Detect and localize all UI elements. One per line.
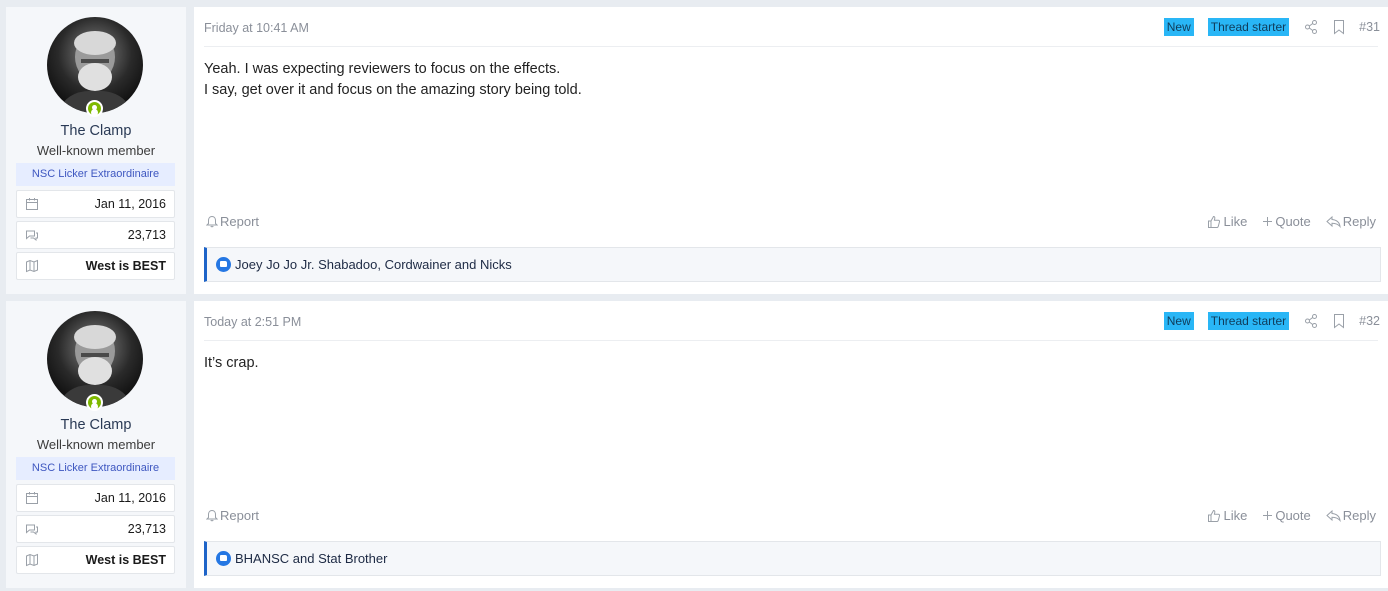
messages-stat: 23,713	[16, 221, 175, 249]
like-button[interactable]: Like	[1207, 214, 1247, 229]
calendar-icon	[26, 198, 38, 210]
bookmark-icon[interactable]	[1331, 19, 1347, 35]
like-reaction-icon	[216, 257, 231, 272]
location-link[interactable]: West is BEST	[86, 553, 166, 567]
report-link[interactable]: Report	[206, 508, 259, 523]
bookmark-icon[interactable]	[1331, 313, 1347, 329]
plus-icon	[1263, 217, 1273, 226]
share-icon[interactable]	[1303, 19, 1319, 35]
post-content: Friday at 10:41 AM New Thread starter #3…	[194, 7, 1388, 294]
message-body: It’s crap.	[204, 353, 259, 374]
message-line: I say, get over it and focus on the amaz…	[204, 82, 582, 98]
share-icon[interactable]	[1303, 313, 1319, 329]
new-badge: New	[1163, 312, 1194, 330]
post-actions: Like Quote Reply	[1192, 508, 1376, 523]
user-banner: NSC Licker Extraordinaire	[16, 163, 175, 186]
header-divider	[204, 340, 1378, 341]
message-body: Yeah. I was expecting reviewers to focus…	[204, 59, 582, 101]
reply-button[interactable]: Reply	[1326, 508, 1376, 523]
user-banner: NSC Licker Extraordinaire	[16, 457, 175, 480]
quote-label: Quote	[1275, 214, 1311, 229]
messages-icon	[26, 230, 38, 242]
like-reaction-icon	[216, 551, 231, 566]
report-link[interactable]: Report	[206, 214, 259, 229]
message-line: It’s crap.	[204, 355, 259, 371]
reactions-bar[interactable]: BHANSC and Stat Brother	[204, 541, 1381, 576]
user-title: Well-known member	[36, 437, 156, 452]
online-status-icon	[86, 394, 103, 411]
message-line: Yeah. I was expecting reviewers to focus…	[204, 61, 561, 77]
thumbs-up-icon	[1208, 215, 1221, 228]
reactions-list[interactable]: BHANSC and Stat Brother	[235, 551, 387, 566]
reactions-list[interactable]: Joey Jo Jo Jr. Shabadoo, Cordwainer and …	[235, 257, 512, 272]
message-count: 23,713	[127, 522, 166, 536]
like-label: Like	[1223, 508, 1248, 523]
reply-label: Reply	[1342, 214, 1376, 229]
online-status-icon	[86, 100, 103, 117]
location-stat: West is BEST	[16, 546, 175, 574]
reactions-bar[interactable]: Joey Jo Jo Jr. Shabadoo, Cordwainer and …	[204, 247, 1381, 282]
bell-icon	[206, 215, 218, 228]
joined-stat: Jan 11, 2016	[16, 190, 175, 218]
quote-label: Quote	[1275, 508, 1311, 523]
post-number[interactable]: #31	[1359, 20, 1380, 34]
joined-date: Jan 11, 2016	[94, 491, 166, 505]
joined-stat: Jan 11, 2016	[16, 484, 175, 512]
avatar[interactable]	[47, 311, 143, 407]
thread-starter-badge: Thread starter	[1207, 312, 1290, 330]
header-divider	[204, 46, 1378, 47]
post-header-actions: New Thread starter #31	[1163, 17, 1380, 37]
post-number[interactable]: #32	[1359, 314, 1380, 328]
quote-button[interactable]: Quote	[1262, 508, 1311, 523]
user-title: Well-known member	[36, 143, 156, 158]
plus-icon	[1263, 511, 1273, 520]
username[interactable]: The Clamp	[6, 417, 186, 433]
messages-icon	[26, 524, 38, 536]
location-stat: West is BEST	[16, 252, 175, 280]
bell-icon	[206, 509, 218, 522]
avatar[interactable]	[47, 17, 143, 113]
reply-icon	[1326, 215, 1341, 228]
reply-button[interactable]: Reply	[1326, 214, 1376, 229]
post-31: The Clamp Well-known member NSC Licker E…	[6, 7, 1388, 294]
map-icon	[26, 259, 38, 273]
post-date[interactable]: Friday at 10:41 AM	[204, 21, 309, 35]
post-header-actions: New Thread starter #32	[1163, 311, 1380, 331]
post-32: The Clamp Well-known member NSC Licker E…	[6, 301, 1388, 588]
thread-starter-badge: Thread starter	[1207, 18, 1290, 36]
user-panel: The Clamp Well-known member NSC Licker E…	[6, 7, 186, 294]
post-date[interactable]: Today at 2:51 PM	[204, 315, 301, 329]
like-button[interactable]: Like	[1207, 508, 1247, 523]
username[interactable]: The Clamp	[6, 123, 186, 139]
report-label: Report	[220, 214, 260, 229]
post-actions: Like Quote Reply	[1192, 214, 1376, 229]
messages-stat: 23,713	[16, 515, 175, 543]
calendar-icon	[26, 492, 38, 504]
joined-date: Jan 11, 2016	[94, 197, 166, 211]
quote-button[interactable]: Quote	[1262, 214, 1311, 229]
location-link[interactable]: West is BEST	[86, 259, 166, 273]
thumbs-up-icon	[1208, 509, 1221, 522]
map-icon	[26, 553, 38, 567]
post-content: Today at 2:51 PM New Thread starter #32 …	[194, 301, 1388, 588]
new-badge: New	[1163, 18, 1194, 36]
message-count: 23,713	[127, 228, 166, 242]
reply-label: Reply	[1342, 508, 1376, 523]
like-label: Like	[1223, 214, 1248, 229]
user-panel: The Clamp Well-known member NSC Licker E…	[6, 301, 186, 588]
reply-icon	[1326, 509, 1341, 522]
report-label: Report	[220, 508, 260, 523]
